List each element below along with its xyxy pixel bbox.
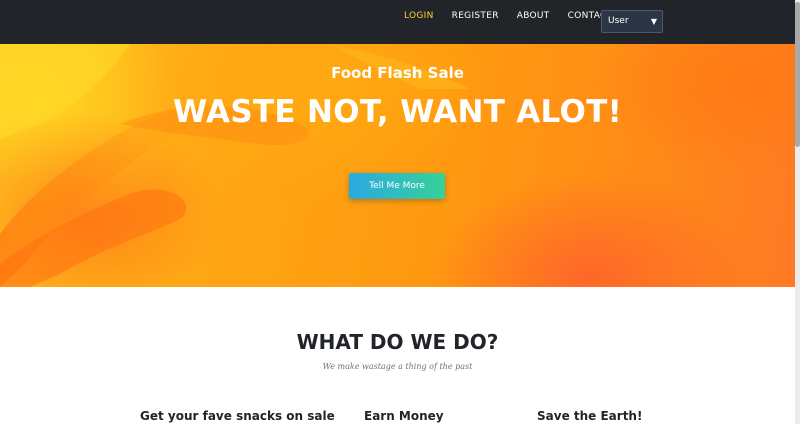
nav-links: LOGIN REGISTER ABOUT CONTACT	[404, 0, 630, 44]
nav-link-register[interactable]: REGISTER	[452, 11, 499, 21]
services-section: WHAT DO WE DO? We make wastage a thing o…	[0, 287, 795, 424]
navbar: LOGIN REGISTER ABOUT CONTACT User ▼	[0, 0, 795, 44]
chevron-down-icon: ▼	[650, 17, 657, 26]
feature-title-snacks: Get your fave snacks on sale	[140, 409, 335, 423]
page: LOGIN REGISTER ABOUT CONTACT User ▼ Food…	[0, 0, 795, 424]
section-subheading: We make wastage a thing of the past	[322, 362, 473, 371]
hero-title: WASTE NOT, WANT ALOT!	[172, 94, 623, 130]
role-select-value: User	[608, 16, 629, 26]
nav-link-login[interactable]: LOGIN	[404, 11, 434, 21]
nav-link-about[interactable]: ABOUT	[517, 11, 550, 21]
scrollbar-thumb[interactable]	[795, 2, 800, 147]
hero-section: Food Flash Sale WASTE NOT, WANT ALOT! Te…	[0, 44, 795, 287]
tell-me-more-button[interactable]: Tell Me More	[349, 173, 445, 199]
feature-title-earn-money: Earn Money	[364, 409, 444, 423]
vertical-scrollbar[interactable]	[795, 0, 800, 424]
section-heading: WHAT DO WE DO?	[296, 330, 499, 354]
hero-subtitle: Food Flash Sale	[331, 64, 464, 82]
role-select[interactable]: User ▼	[601, 10, 663, 33]
feature-title-save-earth: Save the Earth!	[537, 409, 643, 423]
